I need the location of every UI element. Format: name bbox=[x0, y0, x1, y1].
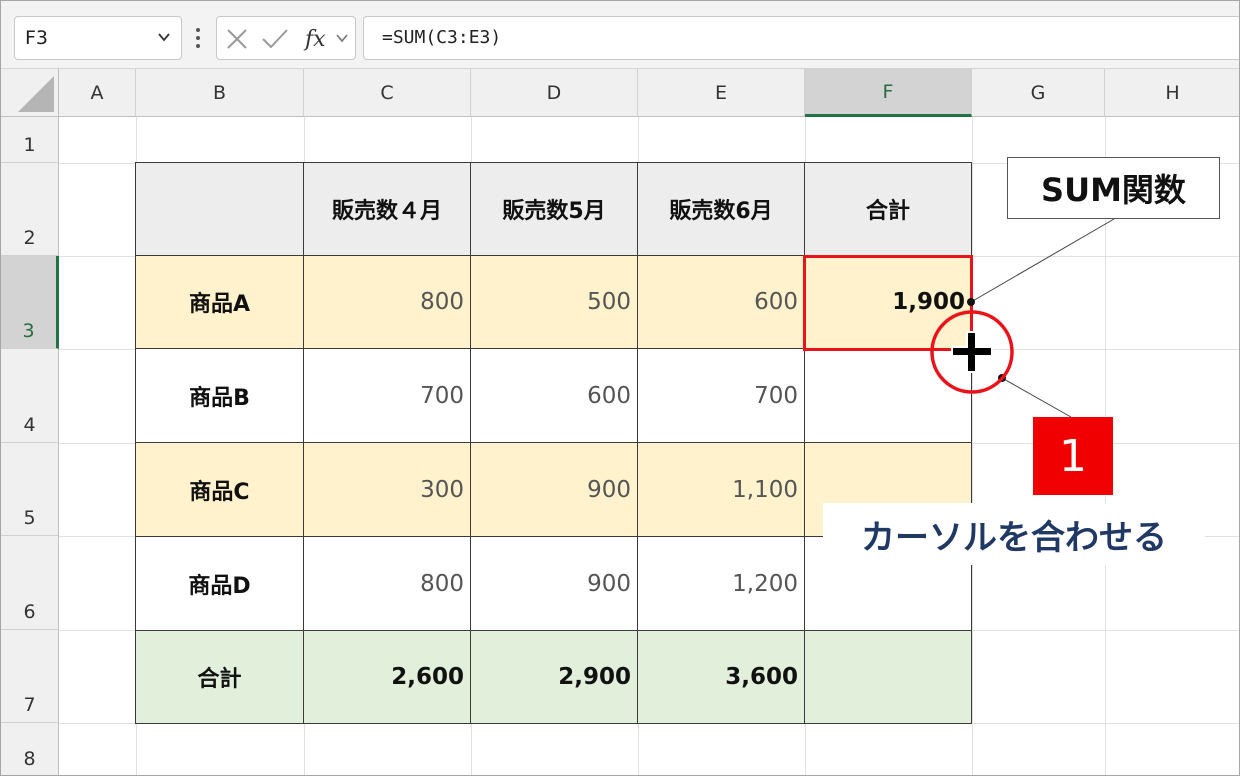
table-cell[interactable]: 700 bbox=[637, 348, 805, 443]
table-cell[interactable]: 600 bbox=[637, 255, 805, 349]
sum-function-callout: SUM関数 bbox=[1007, 157, 1220, 219]
name-box[interactable]: F3 bbox=[14, 16, 182, 60]
table-cell-total[interactable]: 3,600 bbox=[637, 630, 805, 724]
row-header-8[interactable]: 8 bbox=[1, 723, 59, 775]
table-header-cell-corner[interactable] bbox=[135, 162, 304, 256]
column-header-g[interactable]: G bbox=[972, 69, 1105, 117]
table-cell[interactable]: 700 bbox=[303, 348, 471, 443]
row-header-3[interactable]: 3 bbox=[1, 256, 59, 349]
table-row-label[interactable]: 商品C bbox=[135, 442, 304, 537]
table-cell[interactable]: 900 bbox=[470, 536, 638, 631]
hint-label: カーソルを合わせる bbox=[823, 503, 1205, 565]
leader-end-dot bbox=[998, 374, 1006, 382]
formula-bar: F3 fx =SUM(C3:E3) bbox=[1, 1, 1239, 69]
column-header-e[interactable]: E bbox=[638, 69, 805, 117]
formula-tools: fx bbox=[216, 16, 356, 60]
table-cell[interactable]: 500 bbox=[470, 255, 638, 349]
row-header-4[interactable]: 4 bbox=[1, 349, 59, 443]
row-header-5[interactable]: 5 bbox=[1, 443, 59, 536]
column-header-h[interactable]: H bbox=[1105, 69, 1239, 117]
chevron-down-icon[interactable] bbox=[157, 30, 171, 44]
formula-text: =SUM(C3:E3) bbox=[382, 27, 502, 48]
spreadsheet-window: F3 fx =SUM(C3:E3) A B C D E F G H 1 2 3 … bbox=[0, 0, 1240, 776]
column-header-a[interactable]: A bbox=[59, 69, 136, 117]
table-row-label[interactable]: 商品D bbox=[135, 536, 304, 631]
formula-input[interactable]: =SUM(C3:E3) bbox=[363, 16, 1239, 60]
table-cell[interactable]: 300 bbox=[303, 442, 471, 537]
fx-icon[interactable]: fx bbox=[303, 25, 331, 53]
table-row-label[interactable]: 商品A bbox=[135, 255, 304, 349]
table-header-april[interactable]: 販売数４月 bbox=[303, 162, 471, 256]
table-cell[interactable]: 800 bbox=[303, 536, 471, 631]
check-icon[interactable] bbox=[261, 27, 289, 51]
table-header-may[interactable]: 販売数5月 bbox=[470, 162, 638, 256]
table-cell[interactable]: 800 bbox=[303, 255, 471, 349]
table-cell-total[interactable]: 2,600 bbox=[303, 630, 471, 724]
x-icon[interactable] bbox=[225, 27, 249, 51]
row-header-6[interactable]: 6 bbox=[1, 536, 59, 630]
table-cell[interactable]: 1,200 bbox=[637, 536, 805, 631]
selection-highlight bbox=[803, 255, 973, 351]
table-cell[interactable]: 600 bbox=[470, 348, 638, 443]
row-header-2[interactable]: 2 bbox=[1, 163, 59, 256]
row-header-7[interactable]: 7 bbox=[1, 630, 59, 723]
row-header-1[interactable]: 1 bbox=[1, 117, 59, 163]
callout-leader-line bbox=[970, 218, 1115, 303]
column-header-b[interactable]: B bbox=[136, 69, 304, 117]
table-header-june[interactable]: 販売数6月 bbox=[637, 162, 805, 256]
select-all-icon bbox=[18, 76, 54, 112]
table-cell[interactable]: 900 bbox=[470, 442, 638, 537]
column-header-d[interactable]: D bbox=[471, 69, 638, 117]
table-row-label-total[interactable]: 合計 bbox=[135, 630, 304, 724]
step-number-badge: 1 bbox=[1033, 417, 1113, 495]
svg-text:fx: fx bbox=[303, 27, 326, 52]
column-header-c[interactable]: C bbox=[304, 69, 471, 117]
chevron-down-icon[interactable] bbox=[335, 31, 349, 45]
table-cell[interactable]: 1,100 bbox=[637, 442, 805, 537]
more-options-icon[interactable] bbox=[191, 25, 205, 51]
table-cell-total[interactable] bbox=[804, 630, 972, 724]
table-cell[interactable] bbox=[804, 348, 972, 443]
gridline bbox=[972, 117, 973, 775]
table-row-label[interactable]: 商品B bbox=[135, 348, 304, 443]
table-header-total[interactable]: 合計 bbox=[804, 162, 972, 256]
column-header-f[interactable]: F bbox=[805, 69, 972, 117]
select-all-button[interactable] bbox=[1, 69, 59, 117]
badge-leader-line bbox=[1001, 377, 1072, 418]
name-box-value: F3 bbox=[25, 27, 49, 49]
table-cell-total[interactable]: 2,900 bbox=[470, 630, 638, 724]
